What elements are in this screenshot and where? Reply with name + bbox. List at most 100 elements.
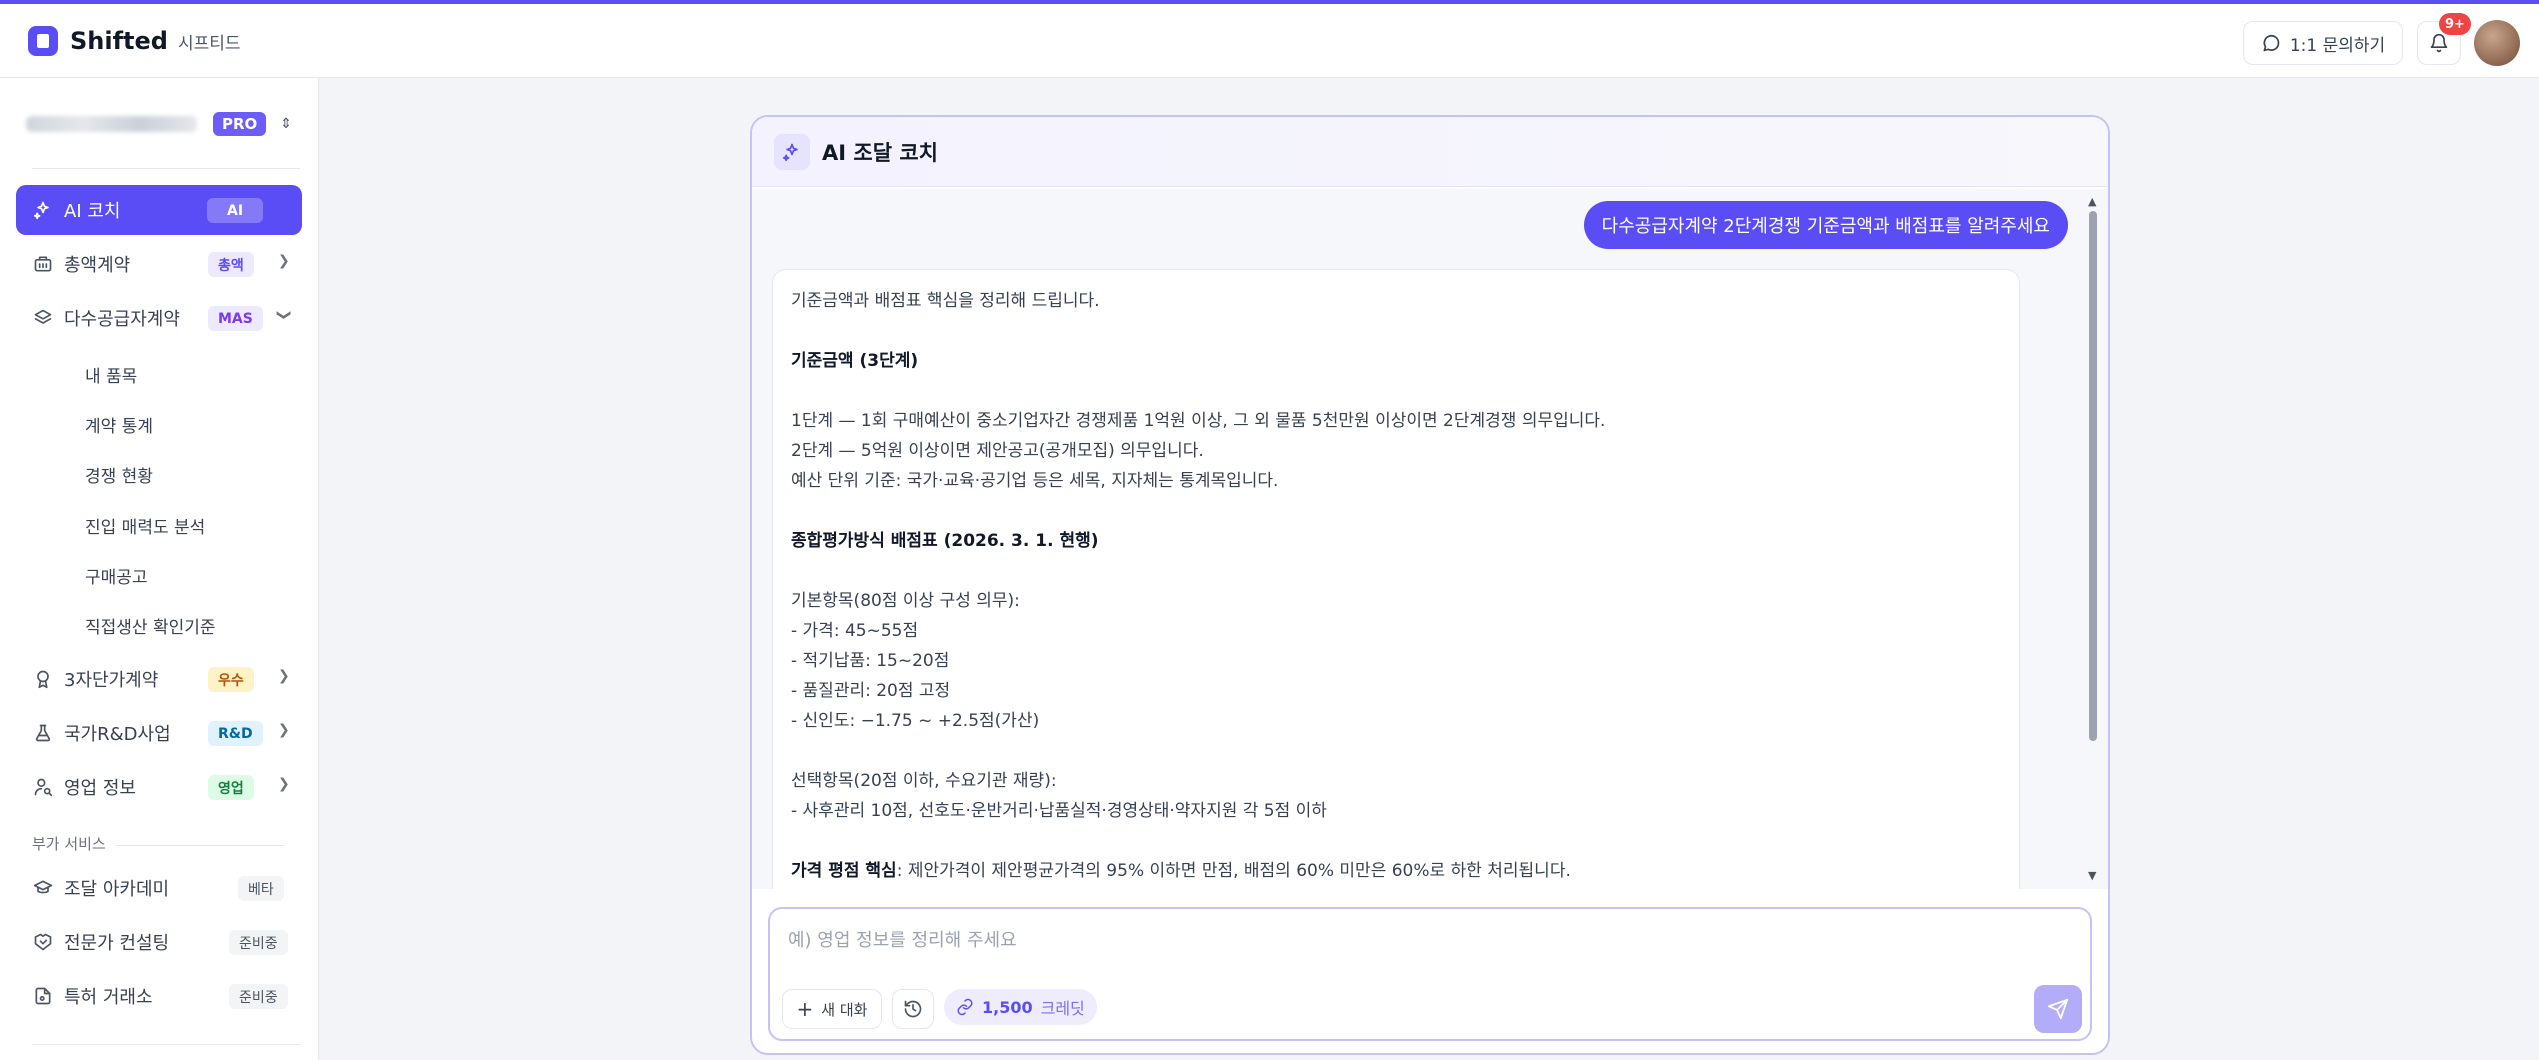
ai-message-line: 가격 평점 핵심: 제안가격이 제안평균가격의 95% 이하면 만점, 배점의 … [791, 856, 2001, 886]
new-chat-label: 새 대화 [821, 1000, 868, 1019]
ai-message-heading: 종합평가방식 배점표 (2026. 3. 1. 현행) [791, 531, 1099, 551]
flask-icon [32, 722, 54, 744]
sidebar-item-third-party[interactable]: 3자단가계약 우수 ❯ [16, 654, 302, 704]
sidebar-item-tag: AI [207, 198, 264, 223]
chevron-right-icon: ❯ [278, 722, 290, 738]
sidebar-item-label: 총액계약 [64, 255, 131, 276]
message-scrollbar[interactable]: ▲ ▼ [2088, 195, 2098, 883]
brand-subtitle: 시프티드 [177, 33, 241, 54]
ai-message-heading: 기준금액 (3단계) [791, 351, 919, 371]
ai-message-line: 기본항목(80점 이상 구성 의무): [791, 591, 1020, 611]
ai-message-line: 선택항목(20점 이하, 수요기관 재량): [791, 771, 1057, 791]
notification-count-badge: 9+ [2439, 13, 2471, 35]
patent-document-icon [32, 985, 54, 1007]
sidebar-item-tag: MAS [208, 306, 263, 331]
credits-chip[interactable]: 1,500 크레딧 [944, 989, 1097, 1025]
ai-message-bold: 가격 평점 핵심 [791, 861, 897, 881]
sidebar-item-rnd[interactable]: 국가R&D사업 R&D ❯ [16, 708, 302, 758]
user-search-icon [32, 776, 54, 798]
sidebar-item-label: 국가R&D사업 [64, 724, 171, 745]
sidebar-item-tag: 베타 [238, 876, 284, 901]
ai-message-line: 1단계 — 1회 구매예산이 중소기업자간 경쟁제품 1억원 이상, 그 외 물… [791, 411, 1606, 431]
send-button[interactable] [2034, 985, 2082, 1033]
sidebar-subitem-competition[interactable]: 경쟁 현황 [85, 462, 153, 487]
chat-title: AI 조달 코치 [822, 140, 938, 165]
sidebar-item-label: 조달 아카데미 [64, 879, 170, 900]
sidebar-item-tag: 총액 [208, 252, 254, 277]
sidebar-item-label: 다수공급자계약 [64, 309, 180, 330]
sidebar-item-label: 3자단가계약 [64, 670, 159, 691]
sparkles-icon [774, 133, 810, 170]
user-message-bubble: 다수공급자계약 2단계경쟁 기준금액과 배점표를 알려주세요 [1583, 201, 2068, 249]
layers-icon [32, 307, 54, 329]
sidebar-divider [32, 168, 300, 169]
send-icon [2047, 998, 2069, 1020]
inquiry-button[interactable]: 1:1 문의하기 [2243, 21, 2403, 65]
sidebar-item-tag: R&D [208, 721, 263, 746]
chat-bubble-icon [2263, 34, 2280, 52]
ai-message-list-item: - 사후관리 10점, 선호도·운반거리·납품실적·경영상태·약자지원 각 5점… [791, 801, 1327, 821]
history-icon [904, 1000, 922, 1018]
ai-message-text: : 제안가격이 제안평균가격의 95% 이하면 만점, 배점의 60% 미만은 … [896, 861, 1571, 881]
sidebar-item-consulting[interactable]: 전문가 컨설팅 준비중 [16, 917, 302, 967]
scroll-up-arrow-icon[interactable]: ▲ [2088, 195, 2096, 208]
sidebar-item-total-contract[interactable]: 총액계약 총액 ❯ [16, 239, 302, 289]
sidebar-item-label: 영업 정보 [64, 778, 136, 799]
message-input[interactable] [788, 923, 2068, 957]
sidebar-subitem-purchase-notice[interactable]: 구매공고 [85, 563, 148, 588]
message-composer: + 새 대화 1,500 크레딧 [768, 907, 2092, 1041]
ai-message-list-item: - 가격: 45~55점 [791, 621, 919, 641]
sidebar-subitem-my-items[interactable]: 내 품목 [85, 362, 137, 387]
graduation-cap-icon [32, 877, 54, 899]
sidebar-item-tag: 우수 [208, 667, 254, 692]
sidebar-item-label: 전문가 컨설팅 [64, 933, 170, 954]
sparkles-icon [32, 199, 54, 221]
inquiry-label: 1:1 문의하기 [2289, 35, 2386, 56]
new-chat-button[interactable]: + 새 대화 [782, 989, 882, 1029]
ai-coach-chat-panel: AI 조달 코치 다수공급자계약 2단계경쟁 기준금액과 배점표를 알려주세요 … [750, 115, 2110, 1055]
scroll-down-arrow-icon[interactable]: ▼ [2088, 869, 2096, 882]
sidebar-item-patent-exchange[interactable]: 특허 거래소 준비중 [16, 971, 302, 1021]
brand-logo[interactable]: Shifted 시프티드 [28, 26, 241, 56]
top-bar: Shifted 시프티드 1:1 문의하기 9+ [0, 0, 2539, 78]
sidebar-divider [116, 845, 284, 846]
sidebar-item-academy[interactable]: 조달 아카데미 베타 [16, 863, 302, 913]
chevron-right-icon: ❯ [278, 668, 290, 684]
sidebar-item-label: 특허 거래소 [64, 987, 153, 1008]
bell-icon [2430, 33, 2448, 53]
scrollbar-thumb[interactable] [2089, 211, 2097, 741]
ai-message-list-item: - 적기납품: 15~20점 [791, 651, 950, 671]
workspace-selector[interactable]: PRO ⇕ [16, 100, 302, 148]
ai-message-bubble: 기준금액과 배점표 핵심을 정리해 드립니다. 기준금액 (3단계) 1단계 —… [772, 269, 2020, 889]
sidebar-item-ai-coach[interactable]: AI 코치 AI [16, 185, 302, 235]
sidebar-subitem-entry-analysis[interactable]: 진입 매력도 분석 [85, 513, 205, 538]
award-icon [32, 668, 54, 690]
message-list[interactable]: 다수공급자계약 2단계경쟁 기준금액과 배점표를 알려주세요 기준금액과 배점표… [752, 189, 2108, 889]
sidebar-subitem-direct-production[interactable]: 직접생산 확인기준 [85, 613, 216, 638]
credits-unit: 크레딧 [1040, 999, 1085, 1018]
sidebar-item-sales-info[interactable]: 영업 정보 영업 ❯ [16, 762, 302, 812]
ai-message-list-item: - 품질관리: 20점 고정 [791, 681, 951, 701]
sidebar: PRO ⇕ AI 코치 AI 총액계약 총액 ❯ 다수공급자계약 MAS ❯ 내… [0, 78, 319, 1060]
workspace-name-blurred [26, 116, 197, 132]
chat-header: AI 조달 코치 [752, 117, 2108, 187]
building-icon [32, 253, 54, 275]
logo-mark-icon [28, 26, 58, 56]
ai-message-line: 2단계 — 5억원 이상이면 제안공고(공개모집) 의무입니다. [791, 441, 1204, 461]
sidebar-divider [32, 1044, 300, 1045]
sidebar-item-mas[interactable]: 다수공급자계약 MAS ❯ [16, 293, 302, 343]
sidebar-item-tag: 준비중 [229, 930, 288, 955]
chevron-down-icon: ❯ [275, 309, 292, 321]
sidebar-item-tag: 준비중 [229, 984, 288, 1009]
chevron-right-icon: ❯ [278, 776, 290, 792]
plan-badge: PRO [212, 112, 267, 136]
chevron-up-down-icon: ⇕ [280, 116, 292, 132]
sidebar-subitem-contract-stats[interactable]: 계약 통계 [85, 412, 153, 437]
history-button[interactable] [892, 989, 934, 1029]
link-icon [957, 998, 973, 1016]
ai-message-line: 기준금액과 배점표 핵심을 정리해 드립니다. [791, 291, 1100, 311]
user-avatar[interactable] [2474, 20, 2520, 66]
sidebar-item-label: AI 코치 [64, 201, 121, 222]
brand-name: Shifted [70, 27, 168, 55]
sidebar-section-title: 부가 서비스 [32, 835, 106, 853]
